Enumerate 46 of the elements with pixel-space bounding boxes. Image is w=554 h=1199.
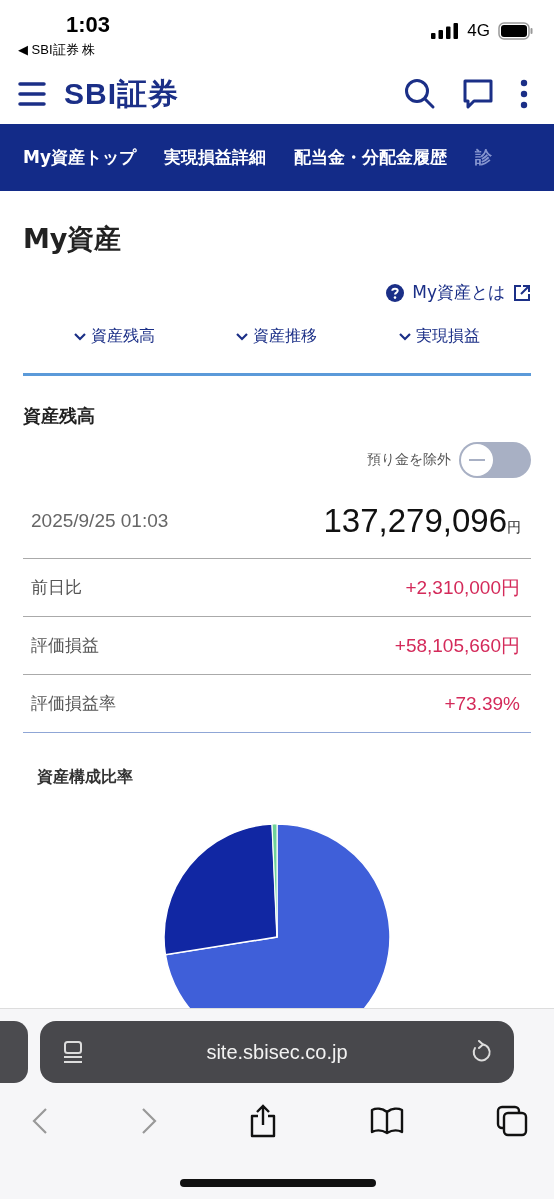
chart-title: 資産構成比率 [37, 767, 134, 788]
section-jump-link[interactable]: 資産残高 [73, 326, 155, 347]
tabs-icon[interactable] [496, 1105, 528, 1137]
toggle-switch[interactable] [459, 442, 531, 478]
nav-tab[interactable]: 配当金・分配金履歴 [294, 146, 447, 169]
currency-unit: 円 [507, 519, 521, 535]
row-label: 評価損益 [31, 634, 99, 657]
section-jump-link[interactable]: 資産推移 [236, 326, 318, 347]
chevron-down-icon [236, 332, 249, 341]
nav-tab[interactable]: 診 [475, 146, 492, 169]
address-bar[interactable]: site.sbisec.co.jp [40, 1021, 514, 1083]
total-amount: 137,279,096 [323, 502, 507, 539]
menu-icon[interactable] [18, 81, 46, 107]
help-link[interactable]: My資産とは [412, 281, 505, 304]
back-to-app-link[interactable]: ◀ SBI証券 株 [18, 41, 96, 59]
back-icon[interactable] [32, 1107, 48, 1135]
external-link-icon [513, 283, 531, 302]
nav-tab[interactable]: My資産トップ [23, 146, 136, 169]
book-icon[interactable] [369, 1107, 404, 1135]
brand-logo[interactable]: SBI証券 [64, 73, 179, 115]
chevron-down-icon [73, 332, 86, 341]
section-title: 資産残高 [23, 404, 96, 428]
row-label: 評価損益率 [31, 692, 116, 715]
timestamp: 2025/9/25 01:03 [31, 510, 169, 532]
page-title: My資産 [23, 222, 123, 256]
network-label: 4G [467, 21, 490, 41]
row-value: +58,105,660円 [394, 633, 520, 658]
forward-icon[interactable] [140, 1107, 157, 1135]
help-icon [386, 283, 405, 302]
chevron-down-icon [399, 332, 412, 341]
signal-icon [431, 23, 460, 39]
share-icon[interactable] [249, 1104, 277, 1138]
status-time: 1:03 [66, 12, 111, 38]
more-options-icon[interactable] [520, 79, 528, 109]
row-label: 前日比 [31, 576, 82, 599]
chat-bubble-icon[interactable] [462, 78, 494, 110]
url-text: site.sbisec.co.jp [206, 1040, 348, 1064]
row-value: +2,310,000円 [405, 575, 520, 600]
page-menu-icon[interactable] [62, 1040, 84, 1064]
reload-icon[interactable] [470, 1040, 492, 1064]
section-jump-link[interactable]: 実現損益 [399, 326, 481, 347]
toggle-label: 預り金を除外 [367, 451, 451, 469]
battery-icon [498, 22, 534, 40]
nav-tab[interactable]: 実現損益詳細 [164, 146, 266, 169]
search-icon[interactable] [404, 78, 436, 110]
row-value: +73.39% [444, 692, 520, 715]
